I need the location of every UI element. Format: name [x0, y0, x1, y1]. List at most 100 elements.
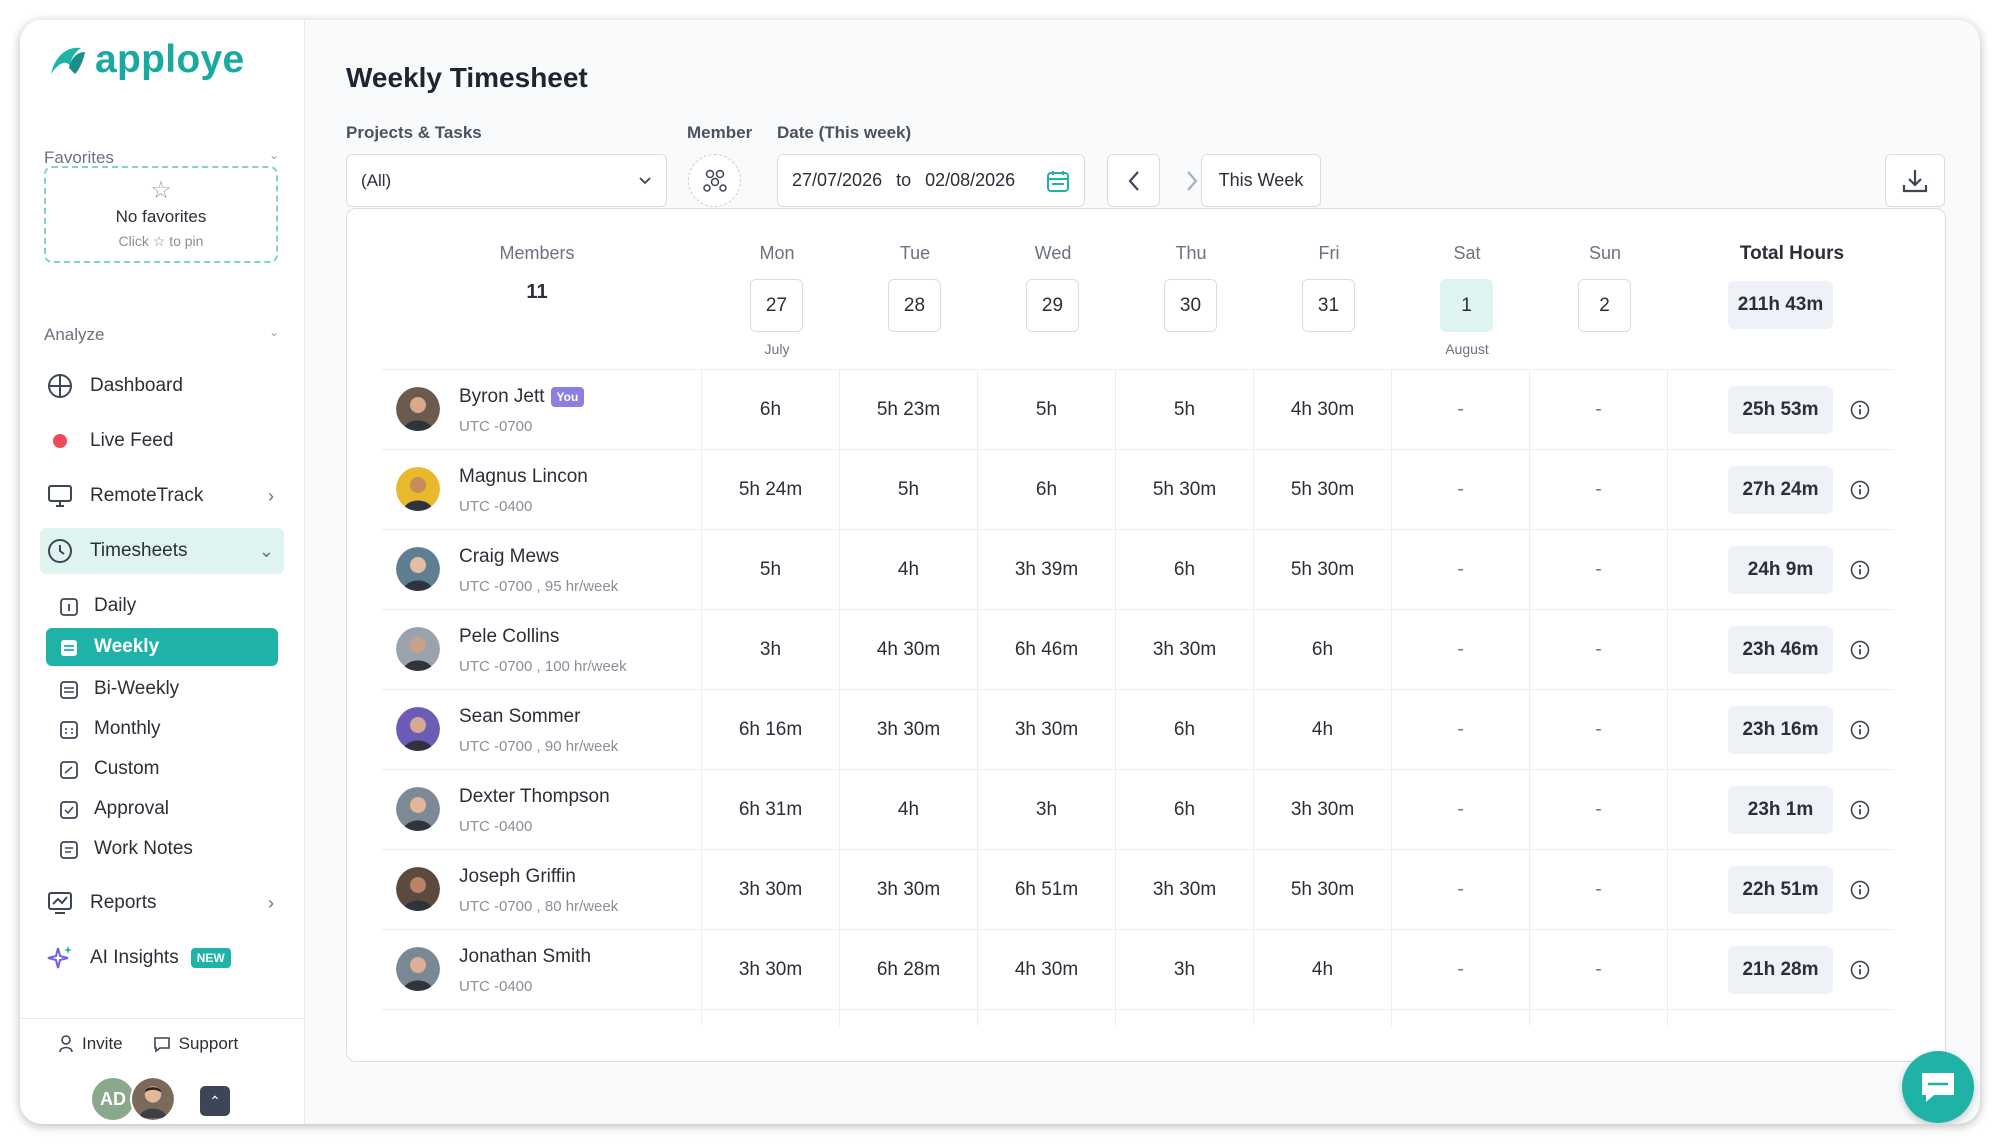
hours-cell[interactable]: 6h: [1254, 610, 1392, 690]
table-row[interactable]: Byron Jett You UTC -0700 6h 5h 23m 5h 5h 4h 30m…: [382, 369, 1894, 450]
hours-cell[interactable]: 6h 31m: [702, 770, 840, 850]
info-icon[interactable]: [1850, 800, 1870, 820]
member-name[interactable]: Pele Collins: [459, 626, 559, 648]
hours-cell[interactable]: 3h: [1116, 930, 1254, 1010]
hours-cell[interactable]: 3h 30m: [702, 930, 840, 1010]
hours-cell[interactable]: 5h: [840, 450, 978, 530]
invite-link[interactable]: Invite: [58, 1034, 123, 1054]
hours-cell[interactable]: -: [1530, 450, 1668, 530]
sidebar-subitem-daily[interactable]: Daily: [46, 587, 278, 625]
previous-week-button[interactable]: [1107, 154, 1160, 207]
hours-cell[interactable]: 6h 28m: [840, 930, 978, 1010]
hours-cell[interactable]: 3h 30m: [702, 850, 840, 930]
sidebar-item-live-feed[interactable]: Live Feed: [40, 418, 284, 464]
chat-widget-button[interactable]: [1902, 1051, 1974, 1123]
sidebar-subitem-custom[interactable]: Custom: [46, 750, 278, 788]
hours-cell[interactable]: 3h 39m: [978, 530, 1116, 610]
member-name[interactable]: Sean Sommer: [459, 706, 580, 728]
hours-cell[interactable]: -: [1530, 610, 1668, 690]
hours-cell[interactable]: 3h 30m: [1116, 850, 1254, 930]
hours-cell[interactable]: 4h 30m: [840, 610, 978, 690]
hours-cell[interactable]: 5h 23m: [840, 370, 978, 450]
hours-cell[interactable]: 6h: [1116, 770, 1254, 850]
hours-cell[interactable]: 6h: [702, 370, 840, 450]
info-icon[interactable]: [1850, 720, 1870, 740]
member-name[interactable]: Magnus Lincon: [459, 466, 588, 488]
hours-cell[interactable]: -: [1530, 850, 1668, 930]
sidebar-item-dashboard[interactable]: Dashboard: [40, 363, 284, 409]
hours-cell[interactable]: 6h 16m: [702, 690, 840, 770]
sidebar-item-ai-insights[interactable]: AI Insights NEW: [40, 935, 284, 981]
hours-cell[interactable]: -: [1392, 770, 1530, 850]
hours-cell[interactable]: 5h 30m: [1254, 530, 1392, 610]
hours-cell[interactable]: -: [1392, 930, 1530, 1010]
hours-cell[interactable]: 4h 30m: [1254, 370, 1392, 450]
info-icon[interactable]: [1850, 640, 1870, 660]
hours-cell[interactable]: -: [1530, 530, 1668, 610]
sidebar-subitem-work-notes[interactable]: Work Notes: [46, 830, 278, 868]
member-name[interactable]: Joseph Griffin: [459, 866, 576, 888]
hours-cell[interactable]: -: [1392, 850, 1530, 930]
hours-cell[interactable]: -: [1530, 930, 1668, 1010]
member-name[interactable]: Dexter Thompson: [459, 786, 610, 808]
hours-cell[interactable]: 6h: [1116, 530, 1254, 610]
hours-cell[interactable]: 4h: [1254, 930, 1392, 1010]
hours-cell[interactable]: 6h 51m: [978, 850, 1116, 930]
analyze-header[interactable]: Analyze ⌄: [44, 325, 279, 345]
table-row[interactable]: Craig Mews UTC -0700 , 95 hr/week 5h 4h 3h 3…: [382, 529, 1894, 610]
hours-cell[interactable]: 3h 30m: [840, 850, 978, 930]
favorites-header[interactable]: Favorites ⌄: [44, 148, 279, 168]
member-select-button[interactable]: [688, 154, 741, 207]
hours-cell[interactable]: 5h: [702, 530, 840, 610]
hours-cell[interactable]: 6h: [1116, 690, 1254, 770]
hours-cell[interactable]: 6h 46m: [978, 610, 1116, 690]
this-week-button[interactable]: This Week: [1201, 154, 1321, 207]
hours-cell[interactable]: 3h: [978, 770, 1116, 850]
hours-cell[interactable]: 3h: [702, 610, 840, 690]
table-row[interactable]: Dexter Thompson UTC -0400 6h 31m 4h 3h 6h 3h 3…: [382, 769, 1894, 850]
info-icon[interactable]: [1850, 400, 1870, 420]
hours-cell[interactable]: -: [1392, 690, 1530, 770]
logo[interactable]: apploye: [45, 38, 244, 82]
table-row[interactable]: Joseph Griffin UTC -0700 , 80 hr/week 3h 3…: [382, 849, 1894, 930]
hours-cell[interactable]: -: [1392, 370, 1530, 450]
hours-cell[interactable]: -: [1530, 690, 1668, 770]
support-link[interactable]: Support: [153, 1034, 238, 1054]
info-icon[interactable]: [1850, 880, 1870, 900]
hours-cell[interactable]: 5h 24m: [702, 450, 840, 530]
sidebar-subitem-monthly[interactable]: Monthly: [46, 710, 278, 748]
hours-cell[interactable]: 3h 30m: [840, 690, 978, 770]
hours-cell[interactable]: 3h 30m: [978, 690, 1116, 770]
hours-cell[interactable]: 3h 30m: [1116, 610, 1254, 690]
date-range-picker[interactable]: 27/07/2026 to 02/08/2026: [777, 154, 1085, 207]
sidebar-subitem-bi-weekly[interactable]: Bi-Weekly: [46, 670, 278, 708]
user-avatar-group[interactable]: AD: [90, 1076, 176, 1122]
hours-cell[interactable]: -: [1530, 770, 1668, 850]
sidebar-item-reports[interactable]: Reports ›: [40, 880, 284, 926]
hours-cell[interactable]: -: [1392, 530, 1530, 610]
hours-cell[interactable]: 5h 30m: [1254, 450, 1392, 530]
hours-cell[interactable]: 3h 30m: [1254, 770, 1392, 850]
hours-cell[interactable]: 5h 30m: [1254, 850, 1392, 930]
member-name[interactable]: Jonathan Smith: [459, 946, 591, 968]
info-icon[interactable]: [1850, 560, 1870, 580]
projects-select[interactable]: (All): [346, 154, 667, 207]
member-name[interactable]: Byron Jett: [459, 386, 545, 408]
hours-cell[interactable]: 6h: [978, 450, 1116, 530]
table-row[interactable]: Jonathan Smith UTC -0400 3h 30m 6h 28m 4h 30…: [382, 929, 1894, 1010]
hours-cell[interactable]: 4h 30m: [978, 930, 1116, 1010]
sidebar-subitem-weekly[interactable]: Weekly: [46, 628, 278, 666]
hours-cell[interactable]: 5h 30m: [1116, 450, 1254, 530]
chevron-up-icon[interactable]: ⌃: [200, 1086, 230, 1116]
sidebar-item-timesheets[interactable]: Timesheets ⌄: [40, 528, 284, 574]
member-name[interactable]: Craig Mews: [459, 546, 559, 568]
hours-cell[interactable]: 4h: [1254, 690, 1392, 770]
hours-cell[interactable]: -: [1530, 370, 1668, 450]
table-row[interactable]: Sean Sommer UTC -0700 , 90 hr/week 6h 16m 3…: [382, 689, 1894, 770]
hours-cell[interactable]: -: [1392, 450, 1530, 530]
hours-cell[interactable]: 4h: [840, 770, 978, 850]
hours-cell[interactable]: 4h: [840, 530, 978, 610]
table-row[interactable]: Magnus Lincon UTC -0400 5h 24m 5h 6h 5h 30m 5h…: [382, 449, 1894, 530]
download-button[interactable]: [1885, 154, 1945, 207]
hours-cell[interactable]: 5h: [1116, 370, 1254, 450]
